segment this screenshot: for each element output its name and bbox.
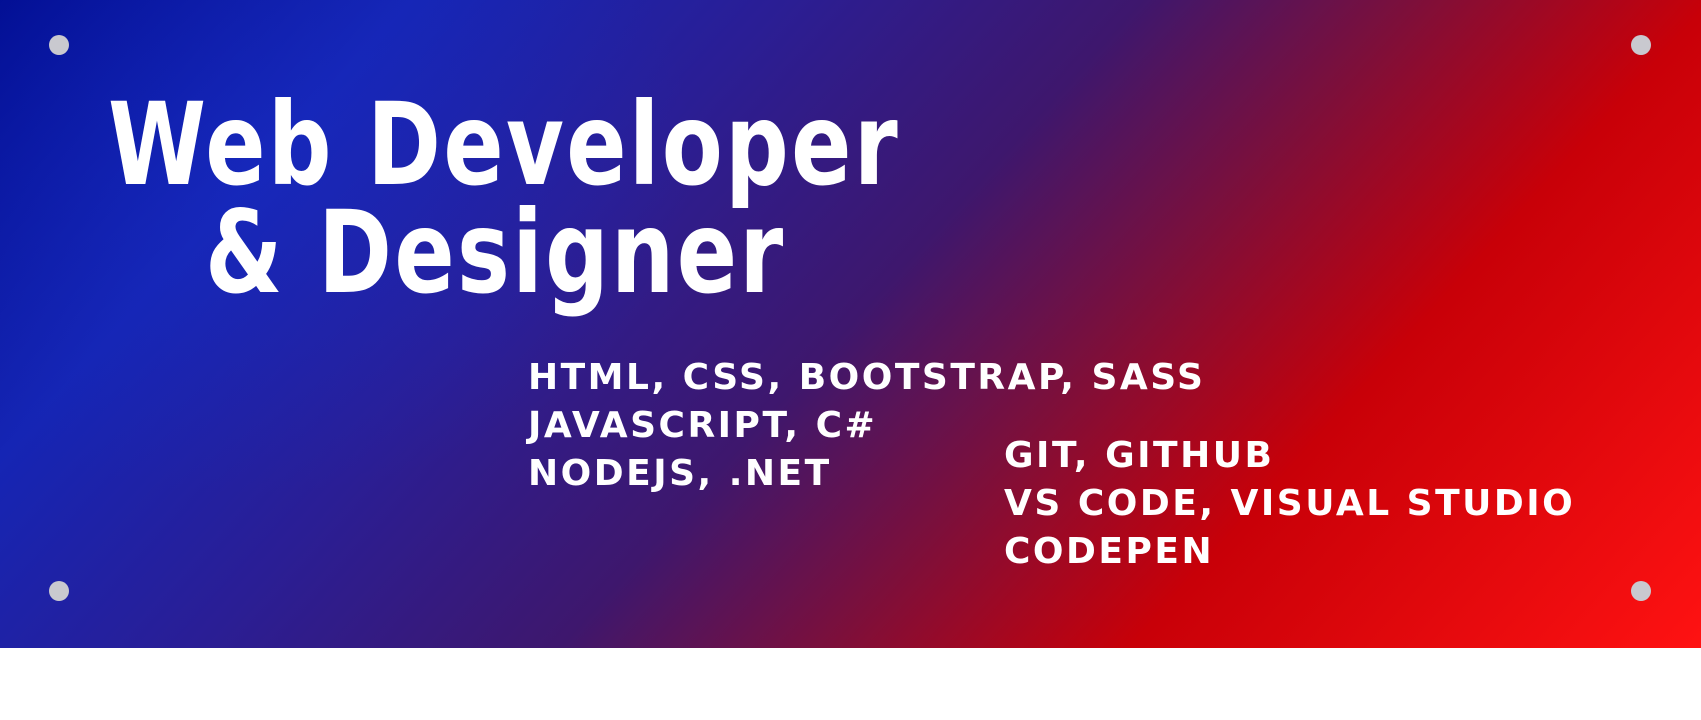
skills-item: GIT, GITHUB	[1004, 435, 1275, 476]
rivet-dot-icon	[49, 35, 69, 55]
rivet-dot-icon	[1631, 581, 1651, 601]
headline-line-1: Web Developer	[108, 78, 901, 211]
banner: Web Developer & Designer HTML, CSS, BOOT…	[0, 0, 1701, 648]
skills-item: CODEPEN	[1004, 531, 1215, 572]
rivet-dot-icon	[49, 581, 69, 601]
page: Web Developer & Designer HTML, CSS, BOOT…	[0, 0, 1701, 720]
headline-line-2: & Designer	[205, 186, 786, 319]
rivet-dot-icon	[1631, 35, 1651, 55]
skills-item: HTML, CSS, BOOTSTRAP, SASS	[528, 357, 1206, 398]
skills-item: VS CODE, VISUAL STUDIO	[1004, 483, 1576, 524]
skills-list-right: GIT, GITHUB VS CODE, VISUAL STUDIO CODEP…	[1004, 432, 1575, 576]
